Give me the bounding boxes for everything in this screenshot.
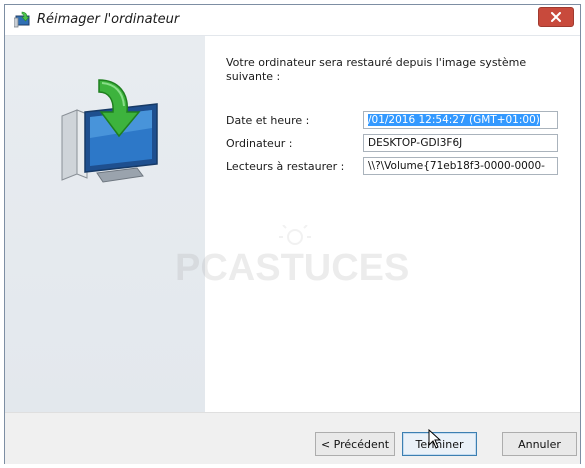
restore-computer-graphic: [61, 79, 158, 183]
close-button[interactable]: [538, 7, 574, 27]
restore-computer-icon: [14, 11, 30, 28]
cancel-button[interactable]: Annuler: [502, 432, 577, 456]
date-value: /01/2016 12:54:27 (GMT+01:00): [368, 114, 540, 126]
date-field[interactable]: /01/2016 12:54:27 (GMT+01:00): [363, 111, 558, 129]
computer-field[interactable]: DESKTOP-GDI3F6J: [363, 134, 558, 152]
back-button[interactable]: < Précédent: [315, 432, 395, 456]
content-area: Votre ordinateur sera restauré depuis l'…: [205, 36, 580, 412]
pcastuces-watermark: PCASTUCES: [175, 225, 409, 289]
window-title: Réimager l'ordinateur: [37, 12, 180, 27]
reimage-dialog: Réimager l'ordinateur Votre ordinateur s…: [4, 4, 581, 464]
button-footer: < Précédent Terminer Annuler: [5, 412, 580, 464]
left-panel: [5, 36, 205, 412]
drives-field[interactable]: \\?\Volume{71eb18f3-0000-0000-: [363, 157, 558, 175]
close-icon: [551, 12, 561, 22]
date-label: Date et heure :: [226, 114, 310, 127]
intro-text: Votre ordinateur sera restauré depuis l'…: [226, 56, 527, 83]
computer-label: Ordinateur :: [226, 137, 293, 150]
watermark-text: PCASTUCES: [175, 247, 409, 289]
mouse-cursor-icon: [428, 429, 442, 449]
drives-label: Lecteurs à restaurer :: [226, 160, 345, 173]
title-bar[interactable]: Réimager l'ordinateur: [5, 5, 580, 36]
